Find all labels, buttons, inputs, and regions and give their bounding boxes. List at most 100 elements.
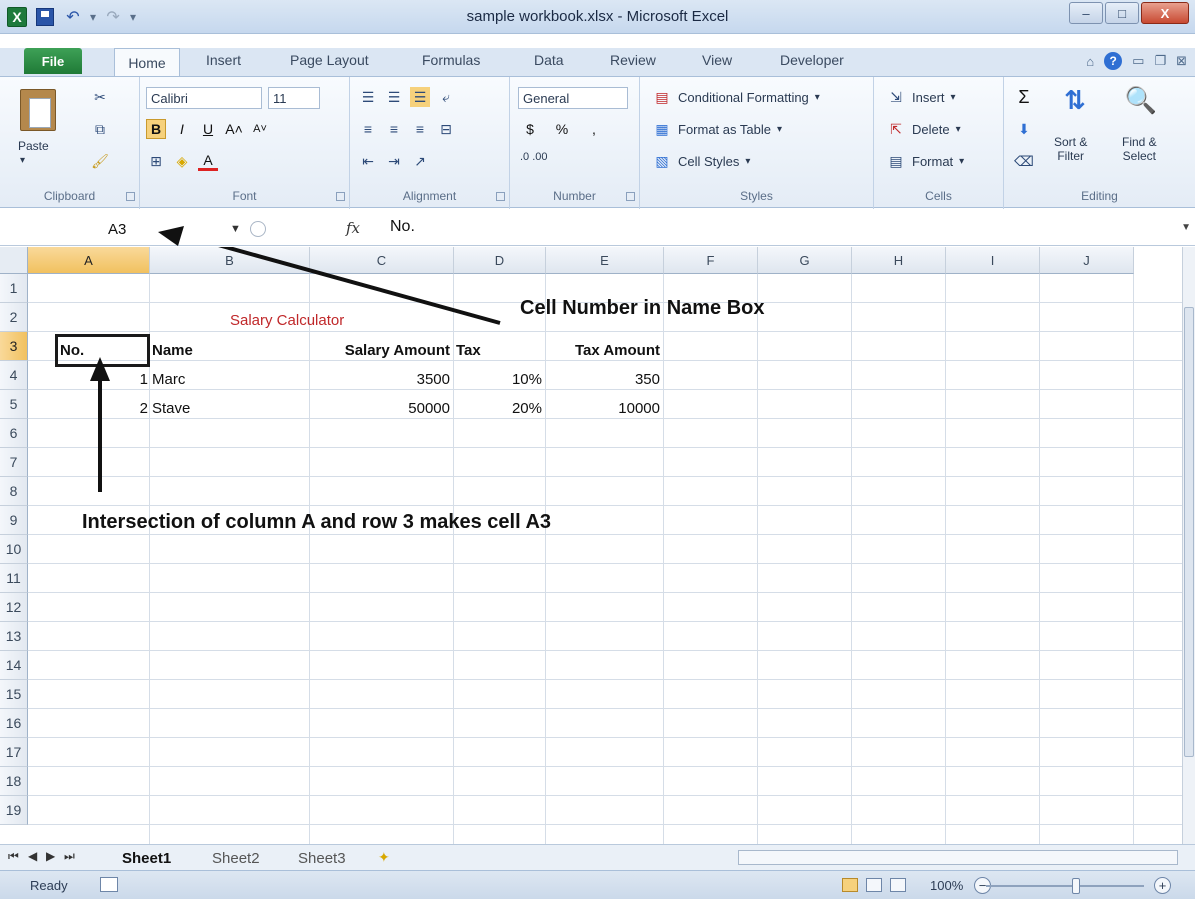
zoom-slider-thumb[interactable] xyxy=(1072,878,1080,894)
merge-center-icon[interactable]: ⊟ xyxy=(436,119,456,139)
cell-styles-dropdown-icon[interactable]: ▾ xyxy=(745,156,750,167)
minimize-ribbon-icon[interactable]: ⌂ xyxy=(1086,54,1094,69)
workbook-restore-icon[interactable]: ❐ xyxy=(1154,53,1166,69)
format-cells-button[interactable]: Format xyxy=(912,154,953,169)
horizontal-scrollbar[interactable] xyxy=(738,850,1178,865)
borders-icon[interactable]: ⊞ xyxy=(146,151,166,171)
clipboard-launcher-icon[interactable] xyxy=(126,192,135,201)
format-cells-icon[interactable]: ▤ xyxy=(886,151,906,171)
format-as-table-button[interactable]: Format as Table xyxy=(678,122,771,137)
fill-color-icon[interactable]: ◈ xyxy=(172,151,192,171)
format-as-table-icon[interactable]: ▦ xyxy=(652,119,672,139)
tab-data[interactable]: Data xyxy=(534,52,564,68)
tab-formulas[interactable]: Formulas xyxy=(422,52,480,68)
paste-dropdown-icon[interactable]: ▾ xyxy=(20,155,25,166)
font-color-icon[interactable]: A xyxy=(198,151,218,171)
last-sheet-icon[interactable]: ⏭ xyxy=(64,849,75,864)
tab-insert[interactable]: Insert xyxy=(206,52,241,68)
tab-developer[interactable]: Developer xyxy=(780,52,844,68)
delete-cells-dropdown-icon[interactable]: ▾ xyxy=(956,124,961,135)
format-as-table-dropdown-icon[interactable]: ▾ xyxy=(777,124,782,135)
format-cells-dropdown-icon[interactable]: ▾ xyxy=(959,156,964,167)
zoom-in-icon[interactable]: + xyxy=(1154,877,1171,894)
italic-icon[interactable]: I xyxy=(172,119,192,139)
next-sheet-icon[interactable]: ▶ xyxy=(46,849,55,863)
bold-icon[interactable]: B xyxy=(146,119,166,139)
find-select-label[interactable]: Find & xyxy=(1122,135,1157,149)
conditional-formatting-dropdown-icon[interactable]: ▾ xyxy=(815,92,820,103)
page-break-view-icon[interactable] xyxy=(890,878,906,892)
align-top-icon[interactable]: ☰ xyxy=(358,87,378,107)
grow-font-icon[interactable]: A˄ xyxy=(224,119,244,139)
font-name-select[interactable]: Calibri xyxy=(146,87,262,109)
decrease-indent-icon[interactable]: ⇤ xyxy=(358,151,378,171)
sort-filter-label-2[interactable]: Filter xyxy=(1057,149,1084,163)
align-left-icon[interactable]: ≡ xyxy=(358,119,378,139)
insert-cells-button[interactable]: Insert xyxy=(912,90,945,105)
number-launcher-icon[interactable] xyxy=(626,192,635,201)
align-bottom-icon[interactable]: ☰ xyxy=(410,87,430,107)
sheet-tab-1[interactable]: Sheet1 xyxy=(122,848,171,868)
increase-indent-icon[interactable]: ⇥ xyxy=(384,151,404,171)
align-center-icon[interactable]: ≡ xyxy=(384,119,404,139)
comma-icon[interactable]: , xyxy=(584,119,604,139)
worksheet-grid[interactable]: ABCDEFGHIJ 1 2 3 4 5 6 7 8 9 10 11 12 13 14 15 16 17 18 19… xyxy=(0,247,1182,844)
vertical-scroll-thumb[interactable] xyxy=(1184,307,1194,757)
sort-filter-icon[interactable]: ⇅ xyxy=(1058,83,1092,117)
prev-sheet-icon[interactable]: ◀ xyxy=(28,849,37,863)
shrink-font-icon[interactable]: A˅ xyxy=(250,119,270,139)
cut-icon[interactable]: ✂ xyxy=(90,87,110,107)
formula-input[interactable]: No. xyxy=(390,218,415,236)
number-format-select[interactable]: General xyxy=(518,87,628,109)
page-layout-view-icon[interactable] xyxy=(866,878,882,892)
format-painter-icon[interactable]: 🖌 xyxy=(90,151,110,171)
percent-icon[interactable]: % xyxy=(552,119,572,139)
minimize-button[interactable]: – xyxy=(1069,2,1103,24)
vertical-scrollbar[interactable] xyxy=(1182,247,1195,844)
name-box-dropdown-icon[interactable]: ▼ xyxy=(230,223,241,235)
expand-formula-bar-icon[interactable]: ▼ xyxy=(1181,222,1191,233)
tab-page-layout[interactable]: Page Layout xyxy=(290,52,369,68)
orientation-icon[interactable]: ↗ xyxy=(410,151,430,171)
workbook-minimize-icon[interactable]: ▭ xyxy=(1132,53,1144,69)
paste-button-label[interactable]: Paste xyxy=(18,139,49,153)
align-right-icon[interactable]: ≡ xyxy=(410,119,430,139)
align-middle-icon[interactable]: ☰ xyxy=(384,87,404,107)
tab-review[interactable]: Review xyxy=(610,52,656,68)
maximize-button[interactable]: □ xyxy=(1105,2,1139,24)
insert-cells-icon[interactable]: ⇲ xyxy=(886,87,906,107)
conditional-formatting-icon[interactable]: ▤ xyxy=(652,87,672,107)
tab-home[interactable]: Home xyxy=(114,48,180,77)
sheet-tab-3[interactable]: Sheet3 xyxy=(298,848,346,868)
zoom-level[interactable]: 100% xyxy=(930,878,963,893)
delete-cells-button[interactable]: Delete xyxy=(912,122,950,137)
find-select-icon[interactable]: 🔍 xyxy=(1124,83,1158,117)
copy-icon[interactable]: ⧉ xyxy=(90,119,110,139)
currency-icon[interactable]: $ xyxy=(520,119,540,139)
conditional-formatting-button[interactable]: Conditional Formatting xyxy=(678,90,809,105)
cell-styles-button[interactable]: Cell Styles xyxy=(678,154,739,169)
insert-function-icon[interactable]: fx xyxy=(346,219,360,237)
wrap-text-icon[interactable]: ⤶ xyxy=(436,87,456,107)
zoom-slider[interactable] xyxy=(986,885,1144,887)
find-select-label-2[interactable]: Select xyxy=(1123,149,1156,163)
tab-file[interactable]: File xyxy=(24,48,82,74)
decimal-icons[interactable]: .0 .00 xyxy=(520,151,548,163)
delete-cells-icon[interactable]: ⇱ xyxy=(886,119,906,139)
macro-record-icon[interactable] xyxy=(100,877,118,892)
sort-filter-label[interactable]: Sort & xyxy=(1054,135,1087,149)
sheet-tab-2[interactable]: Sheet2 xyxy=(212,848,260,868)
alignment-launcher-icon[interactable] xyxy=(496,192,505,201)
insert-cells-dropdown-icon[interactable]: ▾ xyxy=(951,92,956,103)
paste-icon[interactable] xyxy=(20,89,56,131)
workbook-close-icon[interactable]: ⊠ xyxy=(1176,53,1187,69)
autosum-icon[interactable]: Σ xyxy=(1014,87,1034,107)
font-launcher-icon[interactable] xyxy=(336,192,345,201)
insert-sheet-icon[interactable]: ✦ xyxy=(378,849,390,866)
cell-styles-icon[interactable]: ▧ xyxy=(652,151,672,171)
fill-icon[interactable]: ⬇ xyxy=(1014,119,1034,139)
tab-view[interactable]: View xyxy=(702,52,732,68)
font-size-select[interactable]: 11 xyxy=(268,87,320,109)
normal-view-icon[interactable] xyxy=(842,878,858,892)
first-sheet-icon[interactable]: ⏮ xyxy=(8,849,19,864)
